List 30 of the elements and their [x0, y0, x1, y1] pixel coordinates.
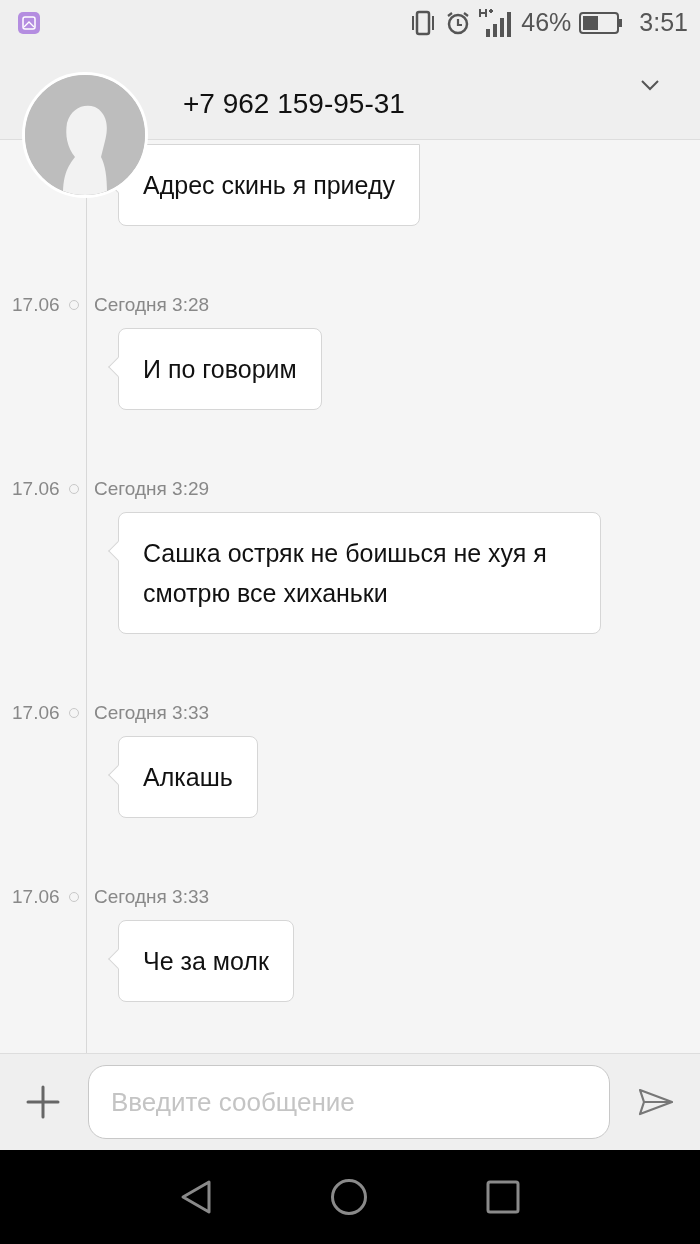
signal-icon	[479, 6, 514, 39]
send-icon[interactable]	[638, 1088, 674, 1116]
battery-icon	[579, 11, 624, 34]
contact-phone: +7 962 159-95-31	[183, 87, 405, 121]
message-time: Сегодня 3:33	[94, 700, 210, 725]
timeline-dot	[69, 300, 79, 310]
timeline-dot	[69, 708, 79, 718]
message-input[interactable]: Введите сообщение	[88, 1065, 610, 1139]
clock-time: 3:51	[639, 6, 688, 38]
message-bubble: Алкашь	[118, 736, 258, 818]
back-icon[interactable]	[180, 1179, 212, 1215]
message-bubble: И по говорим	[118, 328, 322, 410]
message-time: Сегодня 3:29	[94, 476, 210, 501]
message-bubble: Че за молк	[118, 920, 294, 1002]
chevron-down-icon[interactable]	[640, 79, 660, 91]
message-date: 17.06	[11, 884, 61, 909]
timeline-dot	[69, 892, 79, 902]
message-time: Сегодня 3:28	[94, 292, 210, 317]
home-icon[interactable]	[330, 1178, 368, 1216]
gallery-icon	[18, 11, 40, 34]
recents-icon[interactable]	[486, 1180, 520, 1214]
plus-icon[interactable]	[26, 1085, 60, 1119]
timeline-dot	[69, 484, 79, 494]
message-time: Сегодня 3:33	[94, 884, 210, 909]
message-date: 17.06	[11, 292, 61, 317]
message-date: 17.06	[11, 476, 61, 501]
battery-percent: 46%	[521, 6, 572, 38]
message-bubble: Адрес скинь я приеду	[118, 144, 421, 226]
message-bubble: Сашка остряк не боишься не хуя я смотрю все хиханьки	[118, 512, 601, 634]
message-date: 17.06	[11, 700, 61, 725]
